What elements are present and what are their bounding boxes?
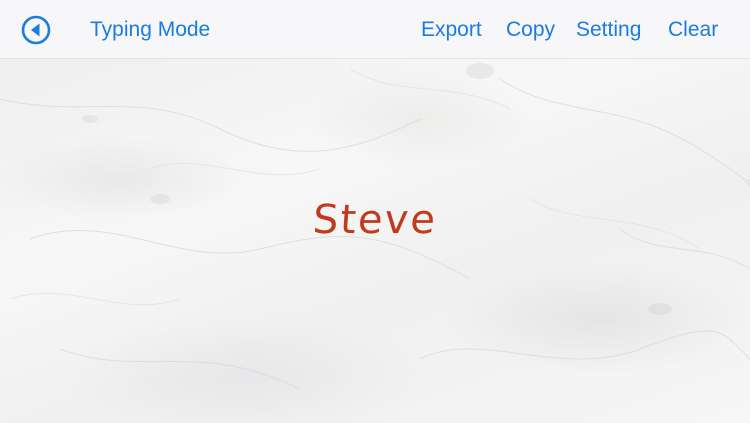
clear-button[interactable]: Clear xyxy=(668,17,718,43)
setting-button[interactable]: Setting xyxy=(576,17,641,43)
top-toolbar: Typing Mode Export Copy Setting Clear xyxy=(0,0,750,59)
back-arrow-circle-icon xyxy=(21,15,51,45)
handwritten-text: Steve xyxy=(311,197,439,243)
drawing-canvas[interactable]: Steve xyxy=(0,59,750,423)
typing-mode-button[interactable]: Typing Mode xyxy=(90,17,210,43)
export-button[interactable]: Export xyxy=(421,17,482,43)
back-button[interactable] xyxy=(20,14,52,46)
copy-button[interactable]: Copy xyxy=(506,17,555,43)
